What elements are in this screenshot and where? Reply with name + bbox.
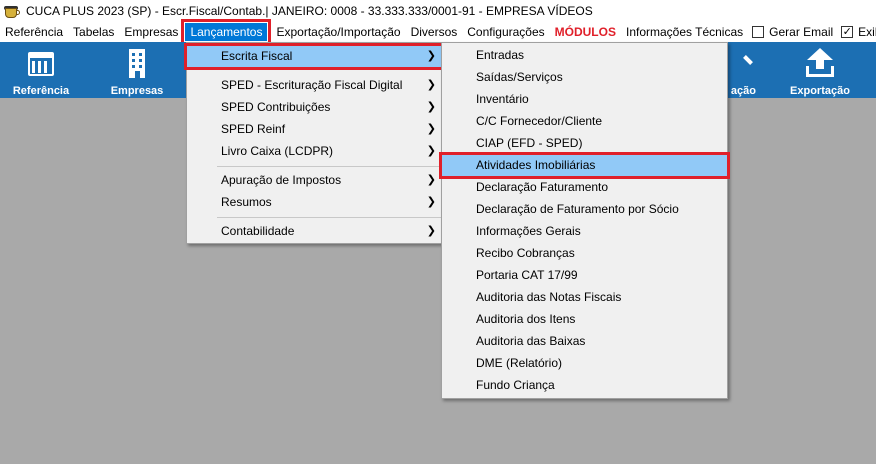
submenu-item-dme-relatorio[interactable]: DME (Relatório) [442,353,727,374]
calendar-icon [26,48,56,78]
gerar-email-toggle[interactable]: Gerar Email [748,23,837,41]
toolbar-partial-label: ação [730,85,756,97]
coffee-cup-icon [4,3,20,19]
menu-item-escrita-fiscal[interactable]: Escrita Fiscal ❯ [184,43,449,70]
menu-item-resumos[interactable]: Resumos ❯ [187,192,446,213]
upload-icon [805,48,835,78]
toolbar-referencia-button[interactable]: Referência [4,42,78,98]
gerar-email-checkbox[interactable] [752,26,765,38]
toolbar-empresas-label: Empresas [110,85,164,97]
submenu-item-auditoria-baixas[interactable]: Auditoria das Baixas [442,331,727,352]
menu-item-label: Escrita Fiscal [221,49,293,63]
lancamentos-dropdown: Escrita Fiscal ❯ SPED - Escrituração Fis… [184,42,449,244]
submenu-arrow-icon: ❯ [426,225,436,237]
submenu-item-auditoria-itens[interactable]: Auditoria dos Itens [442,309,727,330]
submenu-item-ciap[interactable]: CIAP (EFD - SPED) [442,133,727,154]
submenu-arrow-icon: ❯ [426,196,436,208]
submenu-item-declaracao-faturamento[interactable]: Declaração Faturamento [442,177,727,198]
submenu-item-inventario[interactable]: Inventário [442,89,727,110]
submenu-item-informacoes-gerais[interactable]: Informações Gerais [442,221,727,242]
submenu-item-fundo-crianca[interactable]: Fundo Criança [442,375,727,396]
menu-item-label: Apuração de Impostos [221,173,342,187]
building-icon [122,48,152,78]
toolbar-empresas-button[interactable]: Empresas [100,42,174,98]
menu-item-sped-contribuicoes[interactable]: SPED Contribuições ❯ [187,97,446,118]
menu-informacoes-tecnicas[interactable]: Informações Técnicas [621,23,748,41]
menu-item-sped-reinf[interactable]: SPED Reinf ❯ [187,119,446,140]
submenu-arrow-icon: ❯ [426,101,436,113]
menu-item-apuracao-impostos[interactable]: Apuração de Impostos ❯ [187,170,446,191]
menu-referencia[interactable]: Referência [0,23,68,41]
toolbar-referencia-label: Referência [12,85,70,97]
menu-modulos[interactable]: MÓDULOS [550,23,621,41]
submenu-item-saidas-servicos[interactable]: Saídas/Serviços [442,67,727,88]
submenu-item-entradas[interactable]: Entradas [442,45,727,66]
menu-item-sped-efd[interactable]: SPED - Escrituração Fiscal Digital ❯ [187,75,446,96]
menu-item-label: Contabilidade [221,224,295,238]
menu-item-label: Livro Caixa (LCDPR) [221,144,334,158]
exibir-toggle[interactable]: ✓ Exib [837,23,876,41]
menu-exportacao-importacao[interactable]: Exportação/Importação [271,23,405,41]
submenu-arrow-icon: ❯ [426,145,436,157]
submenu-item-recibo-cobrancas[interactable]: Recibo Cobranças [442,243,727,264]
menu-item-label: SPED - Escrituração Fiscal Digital [221,78,403,92]
exibir-label: Exib [858,25,876,39]
escrita-fiscal-submenu: Entradas Saídas/Serviços Inventário C/C … [439,42,730,399]
menu-tabelas[interactable]: Tabelas [68,23,119,41]
menu-item-label: Resumos [221,195,272,209]
menu-configuracoes[interactable]: Configurações [462,23,549,41]
menu-separator [217,166,442,167]
submenu-item-cc-fornecedor-cliente[interactable]: C/C Fornecedor/Cliente [442,111,727,132]
submenu-arrow-icon: ❯ [426,174,436,186]
submenu-item-atividades-imobiliarias[interactable]: Atividades Imobiliárias [439,152,730,179]
submenu-arrow-icon: ❯ [426,79,436,91]
submenu-arrow-icon: ❯ [426,50,436,62]
menu-separator [217,217,442,218]
exibir-checkbox[interactable]: ✓ [841,26,854,38]
menu-item-label: SPED Contribuições [221,100,331,114]
menu-empresas[interactable]: Empresas [119,23,183,41]
menu-bar: Referência Tabelas Empresas Lançamentos … [0,19,876,45]
window-title: CUCA PLUS 2023 (SP) - Escr.Fiscal/Contab… [26,4,593,18]
menu-item-label: SPED Reinf [221,122,286,136]
menu-lancamentos[interactable]: Lançamentos [181,19,272,45]
toolbar-exportacao-button[interactable]: Exportação [783,42,857,98]
title-bar: CUCA PLUS 2023 (SP) - Escr.Fiscal/Contab… [0,0,876,22]
submenu-item-auditoria-notas-fiscais[interactable]: Auditoria das Notas Fiscais [442,287,727,308]
menu-diversos[interactable]: Diversos [406,23,463,41]
submenu-arrow-icon: ❯ [426,123,436,135]
menu-item-contabilidade[interactable]: Contabilidade ❯ [187,221,446,242]
menu-item-livro-caixa[interactable]: Livro Caixa (LCDPR) ❯ [187,141,446,162]
gerar-email-label: Gerar Email [769,25,834,39]
submenu-item-declaracao-faturamento-socio[interactable]: Declaração de Faturamento por Sócio [442,199,727,220]
submenu-item-portaria-cat[interactable]: Portaria CAT 17/99 [442,265,727,286]
toolbar-exportacao-label: Exportação [790,85,850,97]
